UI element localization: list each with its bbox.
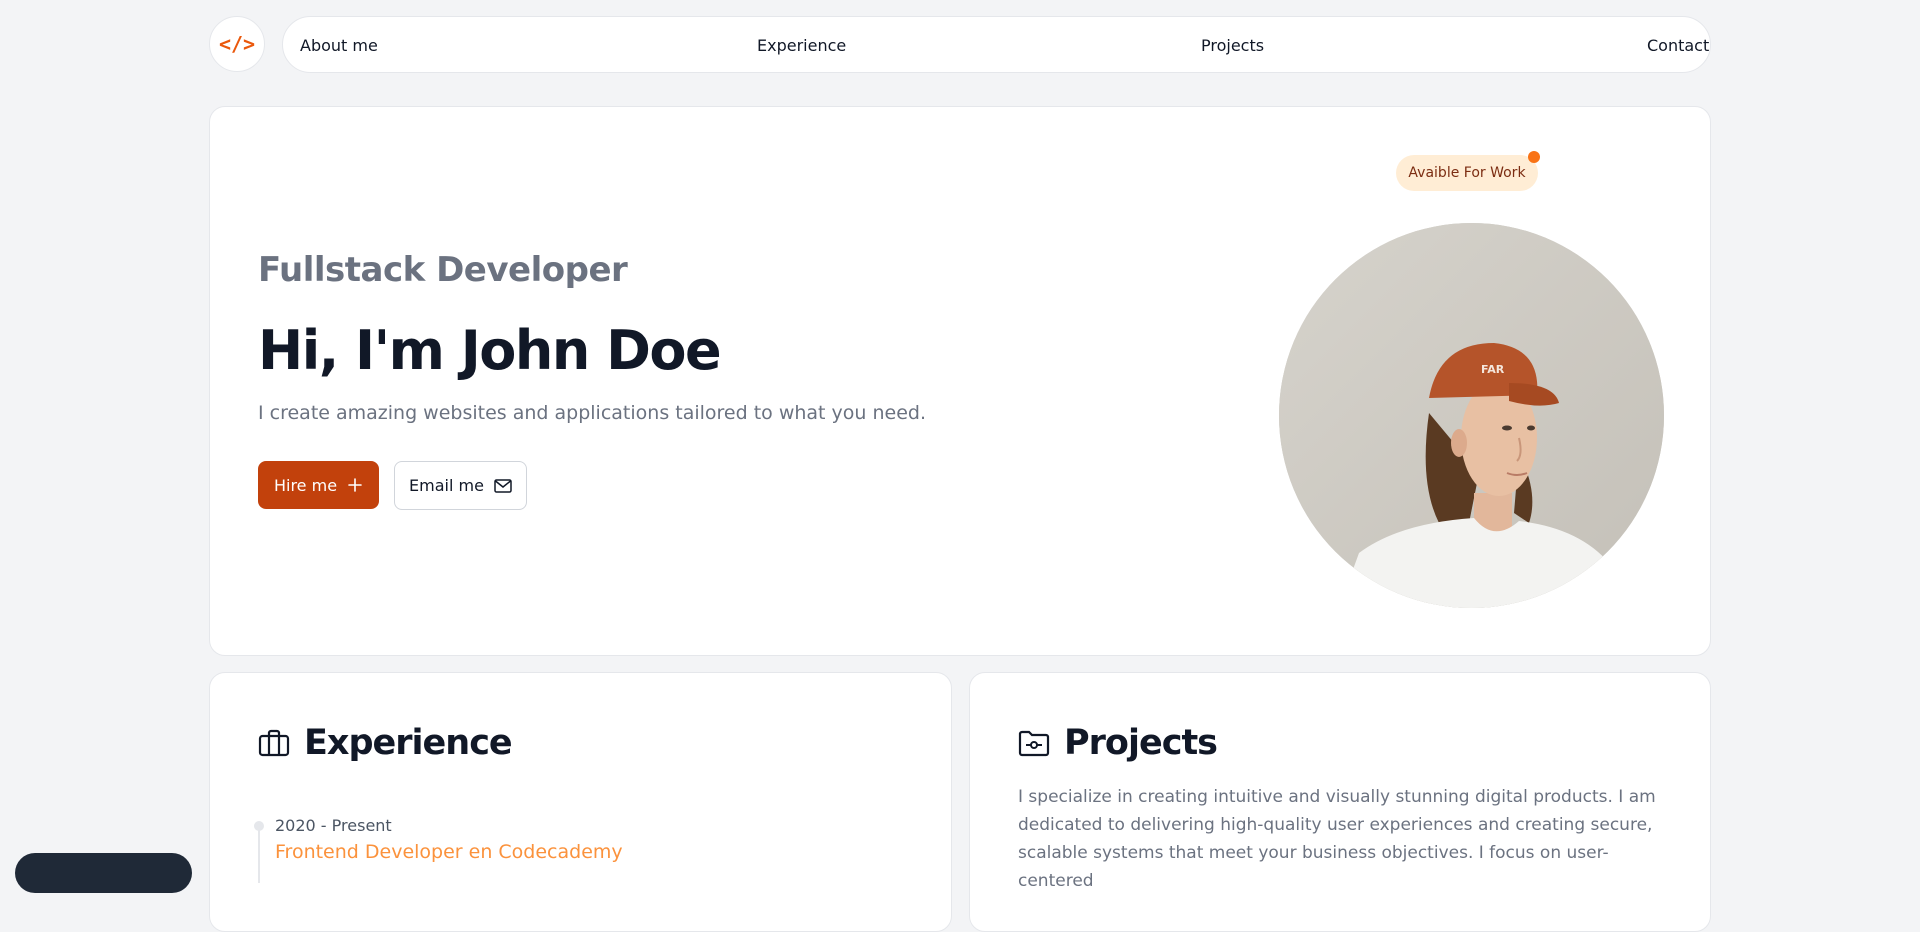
experience-period: 2020 - Present [275,816,392,835]
hire-me-label: Hire me [273,475,338,495]
projects-description: I specialize in creating intuitive and v… [1018,787,1656,891]
folder-icon [1018,730,1050,757]
code-icon: </> [218,32,256,56]
floating-toolbar[interactable] [15,853,192,893]
projects-title: Projects [1064,723,1218,763]
hero-tagline: I create amazing websites and applicatio… [258,402,927,424]
nav-contact[interactable]: Contact [1647,36,1709,55]
experience-role: Frontend Developer en Codecademy [275,841,623,863]
projects-card: Projects I specialize in creating intuit… [969,672,1711,932]
svg-text:FAR: FAR [1481,363,1505,376]
email-me-label: Email me [409,476,484,495]
logo-button[interactable]: </> [209,16,265,72]
nav-projects[interactable]: Projects [1201,36,1264,55]
hire-me-button[interactable]: Hire me [258,461,379,509]
timeline-dot [254,821,264,831]
experience-title: Experience [304,723,513,763]
nav-experience[interactable]: Experience [757,36,846,55]
avatar: FAR [1279,223,1664,608]
mail-icon [494,478,512,493]
nav-about[interactable]: About me [300,36,378,55]
plus-icon [348,478,362,492]
briefcase-icon [258,729,290,757]
navbar: About me Experience Projects Contact [282,16,1711,73]
hero-card: Fullstack Developer Hi, I'm John Doe I c… [209,106,1711,656]
timeline-line [258,823,260,883]
availability-badge: Avaible For Work [1396,151,1540,191]
hero-greeting: Hi, I'm John Doe [258,319,722,382]
hero-role: Fullstack Developer [258,250,628,290]
projects-heading: Projects [1018,723,1218,763]
experience-heading: Experience [258,723,513,763]
experience-card: Experience 2020 - Present Frontend Devel… [209,672,952,932]
availability-text: Avaible For Work [1408,165,1526,181]
avatar-photo: FAR [1279,223,1664,608]
status-dot [1528,151,1540,163]
email-me-button[interactable]: Email me [394,461,527,510]
